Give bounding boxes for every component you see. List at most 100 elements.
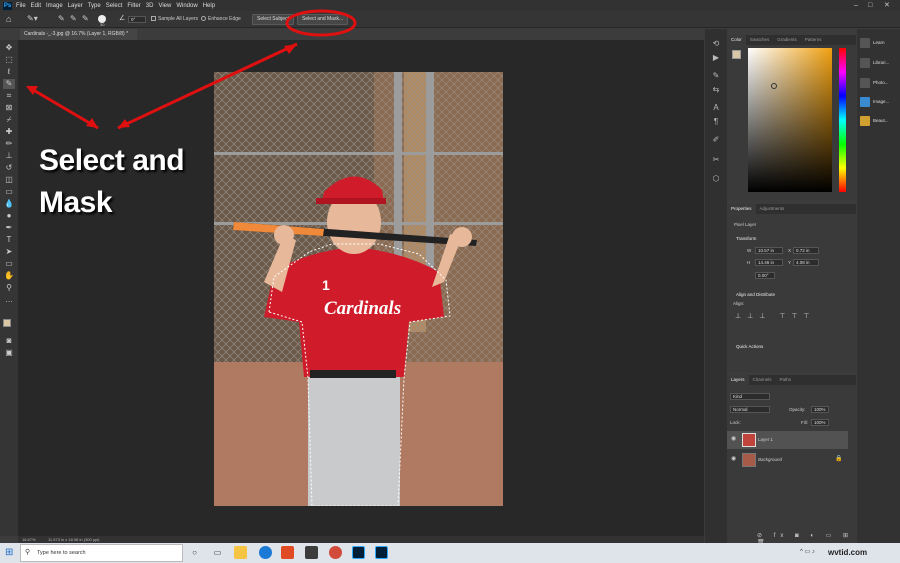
width-field[interactable]: 10.57 in: [755, 247, 783, 254]
lock-label: Lock:: [730, 420, 741, 425]
tray-icons[interactable]: ^ ▭ ♪: [800, 548, 815, 555]
type-tool-icon[interactable]: T: [3, 235, 15, 245]
path-selection-tool-icon[interactable]: ➤: [3, 247, 15, 257]
annotation-line-2: Mask: [39, 186, 113, 219]
arrow-to-button: [117, 42, 298, 130]
pc-icon: [860, 77, 870, 88]
jersey-text: Cardinals: [324, 298, 401, 319]
adjust-icon[interactable]: ⇆: [710, 85, 722, 95]
photoshop-taskbar-icon[interactable]: [375, 546, 388, 559]
status-bar: 16.67% 11.573 in x 18.96 in (300 ppi): [18, 536, 704, 543]
paragraph-icon[interactable]: ¶: [710, 117, 722, 127]
dodge-tool-icon[interactable]: ●: [3, 211, 15, 221]
libraries-icon: [860, 57, 870, 68]
libraries-item[interactable]: Librari...: [860, 56, 900, 70]
3d-icon[interactable]: ⬡: [710, 174, 722, 184]
learn-item[interactable]: Learn: [860, 36, 900, 50]
align-buttons[interactable]: ⊥⊥⊥ ⊤⊤⊤: [735, 312, 816, 320]
pixel-layer-label: Pixel Layer: [734, 222, 757, 227]
layer-name[interactable]: Background: [758, 457, 782, 462]
opacity-field[interactable]: 100%: [811, 406, 829, 413]
layer-row[interactable]: ◉ Background 🔒: [727, 451, 848, 469]
watermark-text: wvtid.com: [828, 548, 868, 557]
edge-icon[interactable]: [259, 546, 272, 559]
color-panel-tabs: Color Swatches Gradients Patterns: [727, 35, 856, 45]
properties-panel: Properties Adjustments Pixel Layer Trans…: [727, 204, 856, 372]
fill-field[interactable]: 100%: [811, 419, 829, 426]
windows-start-icon[interactable]: ⊞: [5, 547, 13, 558]
tab-channels[interactable]: Channels: [749, 375, 776, 385]
visibility-eye-icon[interactable]: ◉: [731, 455, 736, 462]
tab-color[interactable]: Color: [727, 35, 746, 45]
color-field[interactable]: [748, 48, 832, 192]
learn-panel: Learn Librari... Photo... Image... Beaut…: [857, 29, 900, 543]
y-field[interactable]: 4.08 in: [793, 259, 819, 266]
chrome-icon[interactable]: [329, 546, 342, 559]
lock-icon: 🔒: [835, 456, 843, 462]
tab-properties[interactable]: Properties: [727, 204, 756, 214]
pen-tool-icon[interactable]: ✒: [3, 223, 15, 233]
rectangle-tool-icon[interactable]: ▭: [3, 259, 15, 269]
search-icon: ⚲: [25, 549, 31, 556]
arrow-to-tool: [29, 86, 99, 130]
tab-adjustments[interactable]: Adjustments: [756, 204, 789, 214]
app-icon[interactable]: [305, 546, 318, 559]
cortana-icon[interactable]: ○: [188, 546, 201, 559]
libraries-icon[interactable]: ✐: [710, 135, 722, 145]
taskbar-search[interactable]: ⚲ Type here to search: [20, 544, 183, 562]
foreground-color-swatch[interactable]: [3, 319, 11, 327]
brushes-icon[interactable]: ✎: [710, 71, 722, 81]
hue-slider[interactable]: [839, 48, 846, 192]
tab-gradients[interactable]: Gradients: [773, 35, 801, 45]
foreground-swatch[interactable]: [732, 50, 741, 59]
x-field[interactable]: 0.72 in: [793, 247, 819, 254]
highlight-circle: [285, 9, 357, 37]
hand-tool-icon[interactable]: ✋: [3, 271, 15, 281]
layer-row[interactable]: ◉ Layer 1: [727, 431, 848, 449]
image-item[interactable]: Image...: [860, 95, 900, 109]
color-picker-ring[interactable]: [771, 83, 777, 89]
photo-item[interactable]: Photo...: [860, 76, 900, 90]
jersey-number: 1: [322, 277, 330, 293]
character-icon[interactable]: A: [710, 103, 722, 113]
blend-mode-select[interactable]: Normal: [730, 406, 770, 413]
actions-icon[interactable]: ▶: [710, 53, 722, 63]
beauty-icon: [860, 115, 870, 126]
align-title[interactable]: Align and Distribute: [736, 292, 775, 297]
blur-tool-icon[interactable]: 💧: [3, 199, 15, 209]
document-size: 11.573 in x 18.96 in (300 ppi): [48, 537, 100, 542]
quick-mask-icon[interactable]: ◙: [3, 336, 15, 346]
layers-panel: Layers Channels Paths Kind Normal Opacit…: [727, 375, 856, 546]
layers-tabs: Layers Channels Paths: [727, 375, 856, 385]
zoom-level[interactable]: 16.67%: [22, 536, 36, 543]
lightbulb-icon: [860, 37, 870, 48]
kind-filter[interactable]: Kind: [730, 393, 770, 400]
angle-field[interactable]: 0.00°: [755, 272, 775, 279]
align-label: Align:: [733, 301, 745, 306]
screen-mode-icon[interactable]: ▣: [3, 348, 15, 358]
task-view-icon[interactable]: ▭: [211, 546, 224, 559]
office-icon[interactable]: [281, 546, 294, 559]
tab-paths[interactable]: Paths: [776, 375, 796, 385]
layer-name[interactable]: Layer 1: [758, 437, 773, 442]
beauty-item[interactable]: Beaut...: [860, 114, 900, 128]
tab-swatches[interactable]: Swatches: [746, 35, 774, 45]
history-icon[interactable]: ⟲: [710, 39, 722, 49]
visibility-eye-icon[interactable]: ◉: [731, 435, 736, 442]
transform-title[interactable]: Transform: [736, 236, 756, 241]
more-tools-icon[interactable]: …: [3, 295, 15, 305]
tab-patterns[interactable]: Patterns: [801, 35, 826, 45]
zoom-tool-icon[interactable]: ⚲: [3, 283, 15, 293]
tab-layers[interactable]: Layers: [727, 375, 749, 385]
file-explorer-icon[interactable]: [234, 546, 247, 559]
annotation-line-1: Select and: [39, 144, 185, 177]
height-field[interactable]: 14.46 in: [755, 259, 783, 266]
opacity-label: Opacity:: [789, 407, 806, 412]
quick-actions-title[interactable]: Quick Actions: [736, 344, 763, 349]
layer-thumbnail: [742, 433, 756, 447]
fill-label: Fill:: [801, 420, 808, 425]
panel-dock: ⟲ ▶ ✎ ⇆ A ¶ ✐ ✂ ⬡: [705, 29, 727, 543]
lightroom-icon[interactable]: [352, 546, 365, 559]
photoshop-window: Ps File Edit Image Layer Type Select Fil…: [0, 0, 900, 563]
tool-presets-icon[interactable]: ✂: [710, 155, 722, 165]
